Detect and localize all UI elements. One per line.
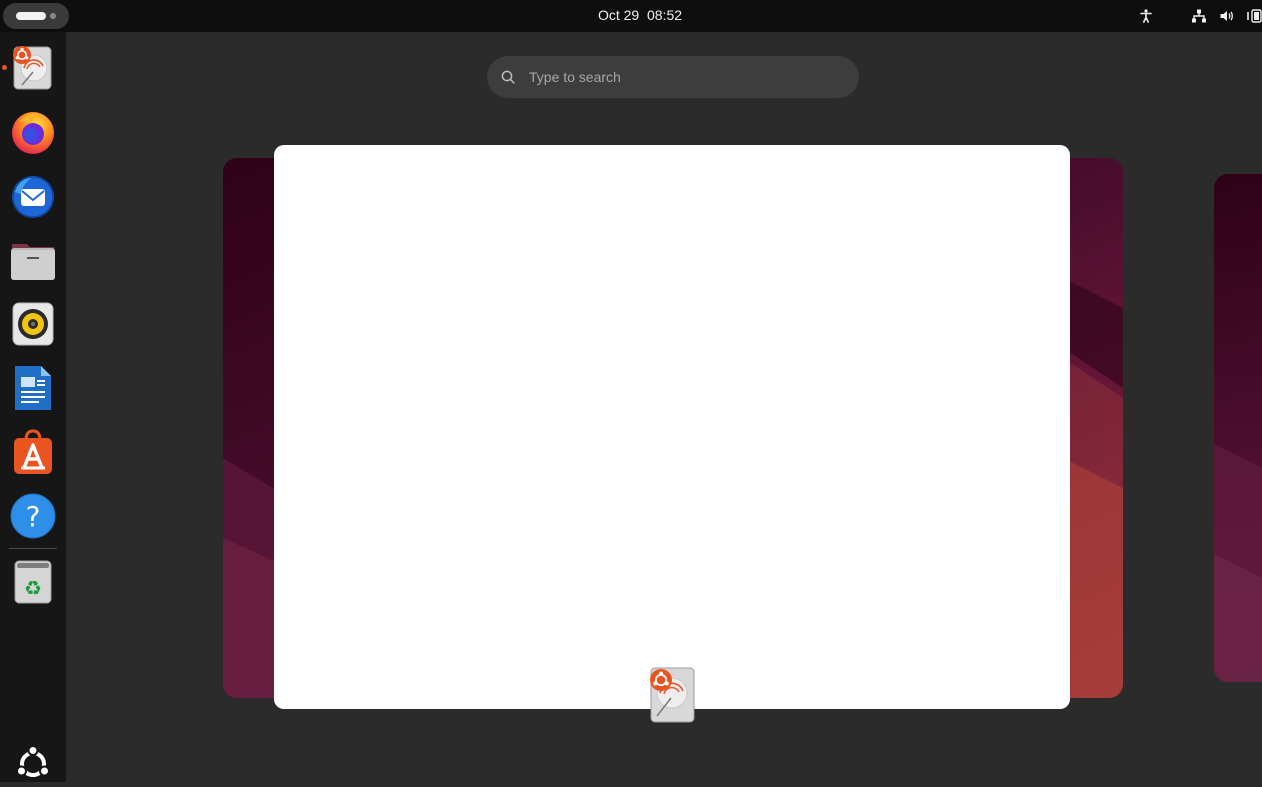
workspace-indicator-active: [16, 12, 46, 20]
dock-item-firefox[interactable]: [9, 108, 57, 156]
app-center-icon: [14, 429, 52, 474]
accessibility-icon[interactable]: [1138, 8, 1154, 24]
dock-item-thunderbird[interactable]: [9, 172, 57, 220]
window-preview[interactable]: [274, 145, 1070, 709]
writer-icon: [15, 366, 51, 410]
window-preview-app-icon[interactable]: [644, 664, 698, 726]
dock-item-ubuntu-installer[interactable]: [2, 44, 57, 92]
dock-item-app-center[interactable]: [9, 428, 57, 476]
trash-icon: ♻: [14, 560, 52, 604]
dock-item-help[interactable]: ?: [9, 492, 57, 540]
workspace-indicator-dot: [50, 13, 56, 19]
clock-date: Oct 29: [597, 7, 640, 23]
clock[interactable]: Oct 29 08:52: [540, 0, 740, 32]
firefox-icon: [12, 112, 54, 154]
help-icon: ?: [10, 493, 56, 539]
installer-icon: [650, 667, 695, 723]
search-placeholder: Type to search: [529, 69, 621, 85]
battery-icon[interactable]: [1246, 8, 1262, 24]
top-bar: Oct 29 08:52: [0, 0, 1262, 32]
dock-item-rhythmbox[interactable]: [9, 300, 57, 348]
show-apps-button[interactable]: [9, 740, 57, 782]
running-indicator: [2, 65, 7, 70]
clock-time: 08:52: [646, 7, 683, 23]
ubuntu-logo-icon: [16, 745, 50, 777]
workspace-thumbnail-next[interactable]: [1214, 174, 1262, 682]
dock-item-trash[interactable]: ♻: [9, 558, 57, 606]
activities-button[interactable]: [3, 3, 69, 29]
dock-item-libreoffice-writer[interactable]: [9, 364, 57, 412]
search-entry[interactable]: Type to search: [487, 56, 859, 98]
network-icon[interactable]: [1191, 8, 1207, 24]
installer-icon: [13, 46, 52, 90]
svg-text:?: ?: [26, 500, 41, 533]
search-icon: [501, 70, 515, 84]
files-icon: [11, 244, 55, 280]
thunderbird-icon: [12, 176, 54, 218]
dock-item-files[interactable]: [9, 236, 57, 284]
dock-separator: [9, 548, 57, 549]
rhythmbox-icon: [12, 302, 54, 346]
wallpaper-next: [1214, 444, 1262, 682]
volume-icon[interactable]: [1219, 8, 1235, 24]
svg-text:♻: ♻: [24, 576, 42, 600]
dock: ? ♻: [0, 32, 66, 782]
